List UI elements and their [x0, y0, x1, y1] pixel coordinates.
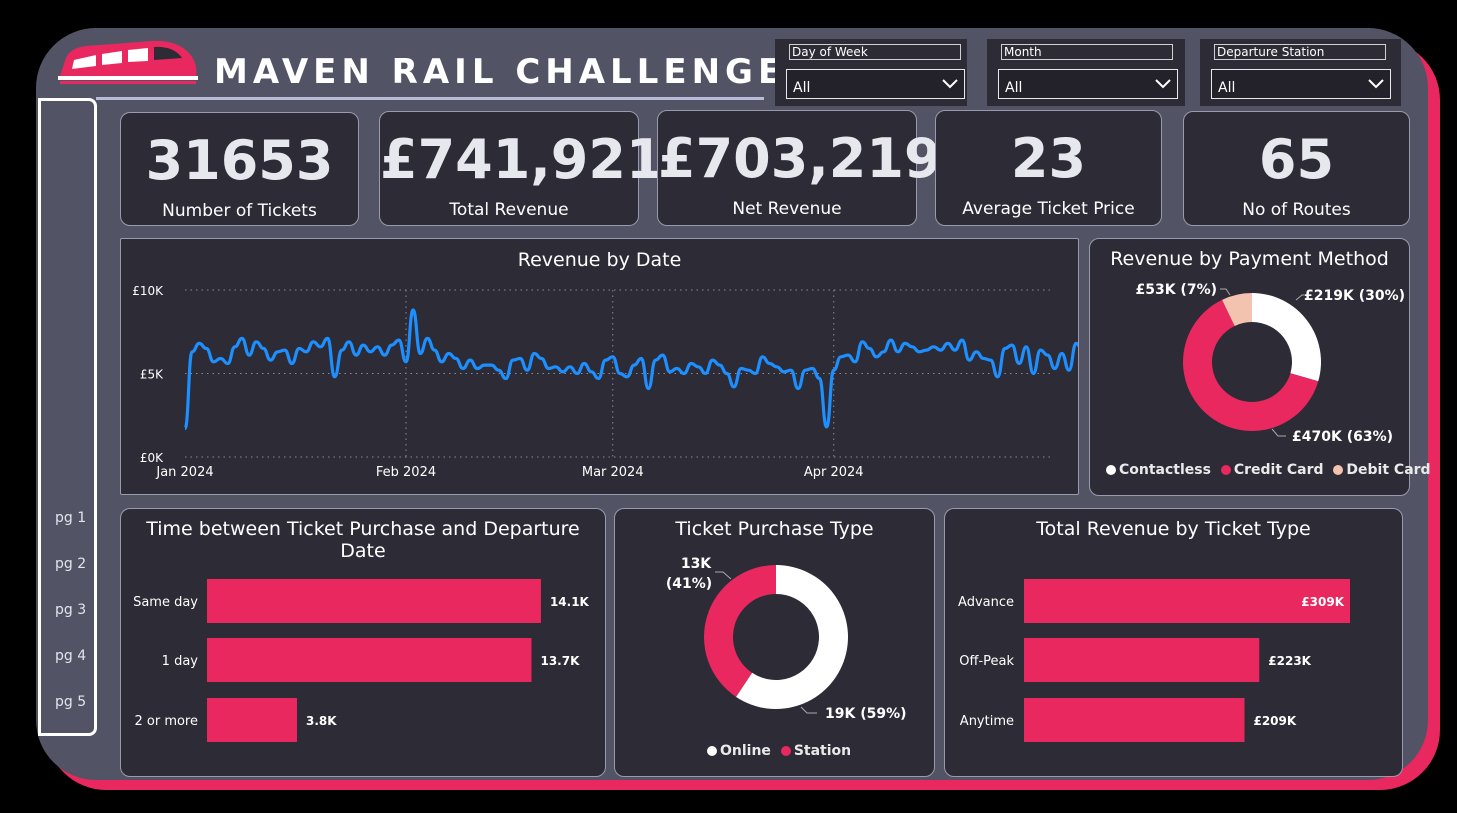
nav-page-5[interactable]: pg 5: [55, 694, 86, 710]
revenue-series-line: [183, 308, 1078, 431]
legend-item-credit-card[interactable]: Credit Card: [1220, 462, 1324, 478]
data-label: £309K: [1301, 595, 1344, 609]
chevron-down-icon: [942, 79, 958, 89]
slicer-label: Departure Station: [1214, 44, 1386, 60]
bar-off-peak: [1024, 638, 1260, 682]
bar-2-or-more: [207, 698, 297, 742]
title-underline: [96, 97, 764, 100]
nav-page-4[interactable]: pg 4: [55, 648, 86, 664]
kpi-card-net-revenue: £703,219 Net Revenue: [657, 110, 942, 226]
bar-same-day: [207, 579, 541, 623]
departure-station-slicer: Departure Station All: [1200, 39, 1401, 106]
legend-item-station[interactable]: Station: [780, 743, 851, 759]
chevron-down-icon: [1155, 79, 1171, 89]
data-label: £223K: [1268, 654, 1311, 668]
data-label: £209K: [1253, 714, 1296, 728]
data-label: £53K (7%): [1135, 282, 1217, 298]
purchase-type-donut-chart: 19K (59%) 13K (41%): [666, 556, 907, 722]
x-tick-label: Feb 2024: [376, 465, 436, 480]
day-of-week-slicer: Day of Week All: [775, 39, 967, 106]
leader-line: [715, 571, 732, 580]
y-tick-label: £0K: [140, 451, 164, 465]
data-label: £470K (63%): [1292, 429, 1393, 445]
purchase-lead-time-card: Time between Ticket Purchase and Departu…: [120, 508, 606, 777]
kpi-label: Net Revenue: [732, 199, 842, 219]
leader-line: [1271, 428, 1286, 437]
data-label: £219K (30%): [1304, 288, 1405, 304]
chevron-down-icon: [1368, 79, 1384, 89]
x-tick-label: Apr 2024: [804, 465, 864, 480]
payment-method-card: Revenue by Payment Method £219K (30%) £47…: [1089, 238, 1431, 496]
data-label: 19K (59%): [825, 706, 907, 722]
lead-time-bar-chart: Same day 14.1K 1 day 13.7K 2 or more 3.8K: [133, 579, 590, 742]
kpi-label: Average Ticket Price: [962, 199, 1135, 219]
data-label: 13K: [681, 556, 712, 572]
kpi-value: 31653: [145, 129, 334, 192]
legend-item-contactless[interactable]: Contactless: [1106, 462, 1211, 478]
legend-item-debit-card[interactable]: Debit Card: [1333, 462, 1431, 478]
kpi-label: No of Routes: [1242, 200, 1351, 220]
category-label: 2 or more: [134, 714, 198, 729]
donut-slice-station: [704, 565, 776, 697]
ticket-type-bar-chart: Advance £309K Off-Peak £223K Anytime £209K: [958, 579, 1350, 742]
payment-donut-chart: £219K (30%) £470K (63%) £53K (7%): [1135, 282, 1405, 445]
day-of-week-dropdown[interactable]: All: [786, 69, 965, 99]
leader-line: [800, 706, 817, 714]
kpi-label: Number of Tickets: [162, 201, 317, 221]
slicer-label: Day of Week: [789, 44, 961, 60]
revenue-line-chart: £10K £5K £0KJan 2024 Feb 2024 Mar 2024 Apr 20…: [132, 284, 1078, 480]
purchase-type-legend: Online Station: [707, 743, 851, 759]
purchase-type-card: Ticket Purchase Type 19K (59%) 13K (41%) O…: [614, 508, 935, 777]
dropdown-value: All: [1218, 80, 1236, 96]
departure-station-dropdown[interactable]: All: [1211, 69, 1391, 99]
kpi-card-tickets: 31653 Number of Tickets: [120, 112, 359, 226]
train-logo-icon: [58, 40, 198, 84]
y-tick-label: £5K: [140, 368, 164, 382]
page-navigator: [38, 98, 97, 736]
x-tick-label: Mar 2024: [582, 465, 644, 480]
category-label: Off-Peak: [959, 654, 1014, 669]
page-title: MAVEN RAIL CHALLENGE: [214, 52, 787, 92]
nav-page-3[interactable]: pg 3: [55, 602, 86, 618]
kpi-card-routes: 65 No of Routes: [1183, 111, 1410, 226]
legend-item-online[interactable]: Online: [707, 743, 771, 759]
y-tick-label: £10K: [132, 284, 164, 298]
category-label: Advance: [958, 595, 1014, 610]
slicer-label: Month: [1001, 44, 1173, 60]
donut-slice-contactless: [1252, 293, 1321, 382]
data-label: 3.8K: [306, 714, 337, 728]
nav-page-2[interactable]: pg 2: [55, 556, 86, 572]
dropdown-value: All: [793, 80, 811, 96]
kpi-value: £703,219: [658, 127, 942, 190]
kpi-value: 65: [1258, 128, 1335, 191]
x-tick-label: Jan 2024: [155, 465, 213, 480]
kpi-value: £741,921: [380, 128, 664, 191]
ticket-type-revenue-card: Total Revenue by Ticket Type Advance £309…: [944, 508, 1403, 777]
kpi-value: 23: [1010, 127, 1087, 190]
leader-line: [1220, 288, 1231, 296]
data-label: (41%): [666, 576, 712, 592]
revenue-by-date-card: Revenue by Date £10K £5K £0K Jan 2024 Feb 20…: [120, 238, 1079, 495]
page-navigator-edge: [38, 98, 41, 736]
payment-legend: Contactless Credit Card Debit Card: [1106, 462, 1431, 478]
data-label: 13.7K: [540, 654, 580, 668]
nav-page-1[interactable]: pg 1: [55, 510, 86, 526]
kpi-card-total-revenue: £741,921 Total Revenue: [379, 111, 664, 226]
dropdown-value: All: [1005, 80, 1023, 96]
category-label: 1 day: [162, 654, 199, 669]
category-label: Anytime: [960, 714, 1014, 729]
kpi-label: Total Revenue: [449, 200, 569, 220]
bar-anytime: [1024, 698, 1245, 742]
data-label: 14.1K: [550, 595, 590, 609]
month-slicer: Month All: [987, 39, 1185, 106]
bar-1-day: [207, 638, 532, 682]
month-dropdown[interactable]: All: [998, 69, 1178, 99]
category-label: Same day: [133, 595, 198, 610]
kpi-card-average-price: 23 Average Ticket Price: [935, 110, 1162, 226]
